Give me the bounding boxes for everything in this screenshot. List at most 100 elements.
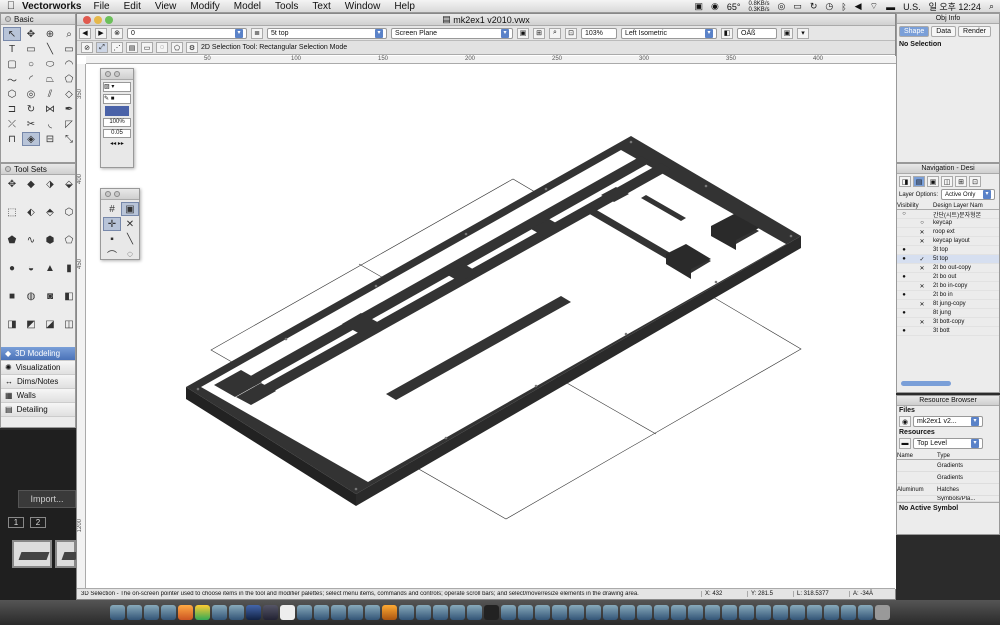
pan-tool-icon[interactable]: ✥ <box>22 27 40 41</box>
app-icon[interactable] <box>501 605 516 620</box>
polyline-tool-icon[interactable]: ⏢ <box>41 72 59 86</box>
polygon-mode-icon[interactable]: ⬠ <box>171 42 183 53</box>
double-line-tool-icon[interactable]: ⫽ <box>41 87 59 101</box>
layer-row[interactable]: ○ keycap <box>897 219 999 228</box>
arrowhead-select[interactable]: ◂◂ ▸▸ <box>103 140 131 149</box>
helix-tool-icon[interactable]: ◙ <box>41 290 59 304</box>
files-icon[interactable]: ◉ <box>899 416 911 427</box>
layer-row[interactable]: ○ 간단(시트)문자형본 <box>897 210 999 219</box>
app-icon[interactable] <box>433 605 448 620</box>
app-icon[interactable] <box>399 605 414 620</box>
app-icon[interactable] <box>620 605 635 620</box>
chrome-icon[interactable] <box>195 605 210 620</box>
app-icon[interactable] <box>722 605 737 620</box>
class-select[interactable]: 0 ▾ <box>127 27 247 39</box>
references-tab-icon[interactable]: ⊞ <box>955 176 967 187</box>
menu-edit[interactable]: Edit <box>124 1 141 12</box>
chamfer-edge-tool-icon[interactable]: ⬟ <box>3 233 21 247</box>
layer-row[interactable]: ● 3t top <box>897 246 999 255</box>
safari-icon[interactable] <box>144 605 159 620</box>
snap-angle-icon[interactable]: ✛ <box>103 217 121 231</box>
clock-icon[interactable]: ◷ <box>825 1 833 12</box>
app-icon[interactable] <box>603 605 618 620</box>
iphoto-icon[interactable] <box>229 605 244 620</box>
resource-row[interactable]: Gradients <box>897 472 999 484</box>
app-icon[interactable] <box>552 605 567 620</box>
app-icon[interactable] <box>671 605 686 620</box>
folder-icon[interactable]: ▬ <box>899 438 911 449</box>
length-field[interactable]: L: 318.5377 <box>793 591 849 597</box>
align-mode-icon[interactable]: ▤ <box>126 42 138 53</box>
toolset-detailing[interactable]: ▤ Detailing <box>1 403 75 417</box>
resource-row[interactable]: Gradients <box>897 460 999 472</box>
minimize-icon[interactable] <box>114 191 120 197</box>
tool-preferences-icon[interactable]: ⚙ <box>186 42 198 53</box>
menu-tools[interactable]: Tools <box>275 1 298 12</box>
app-menu[interactable]: Vectorworks <box>22 1 81 12</box>
nurbs-curve-tool-icon[interactable]: ∿ <box>22 233 40 247</box>
display-icon[interactable]: ▭ <box>793 1 802 12</box>
spiral-tool-icon[interactable]: ◎ <box>22 87 40 101</box>
layer-row[interactable]: ● 2t bo in <box>897 291 999 300</box>
thumbnail[interactable] <box>12 540 52 568</box>
menu-window[interactable]: Window <box>345 1 381 12</box>
zoom-field[interactable]: 103% <box>581 27 617 39</box>
app-icon[interactable] <box>824 605 839 620</box>
pen-style-select[interactable]: ✎ ■ <box>103 94 131 104</box>
disable-selection-icon[interactable]: ⊘ <box>81 42 93 53</box>
render-select[interactable]: OÄß <box>737 27 777 39</box>
file-select[interactable]: mk2ex1 v2... ▾ <box>913 416 983 427</box>
selection-tool-icon[interactable]: ↖ <box>3 27 21 41</box>
calendar-icon[interactable] <box>280 605 295 620</box>
layer-row[interactable]: ● 8t jung <box>897 309 999 318</box>
app-icon[interactable] <box>365 605 380 620</box>
folder-icon[interactable] <box>858 605 873 620</box>
rect-mode-icon[interactable]: ▭ <box>141 42 153 53</box>
app-icon[interactable] <box>467 605 482 620</box>
close-window-button[interactable] <box>83 16 91 24</box>
layer-row[interactable]: ● 2t bo out <box>897 273 999 282</box>
menu-help[interactable]: Help <box>394 1 415 12</box>
rotate-tool-icon[interactable]: ↻ <box>22 102 40 116</box>
flyover-tool-icon[interactable]: ⊕ <box>41 27 59 41</box>
line-tool-icon[interactable]: ╲ <box>41 42 59 56</box>
zoom-fit-icon[interactable]: ⊡ <box>565 27 577 39</box>
app-icon[interactable] <box>535 605 550 620</box>
sphere-tool-icon[interactable]: ● <box>3 261 21 275</box>
app-icon[interactable] <box>348 605 363 620</box>
views-tab-icon[interactable]: ◫ <box>941 176 953 187</box>
attribute-mapping-tool-icon[interactable]: ⊟ <box>41 132 59 146</box>
app-icon[interactable] <box>450 605 465 620</box>
opacity-field[interactable]: 100% <box>103 118 131 127</box>
layer-row[interactable]: ● 3t bott <box>897 327 999 336</box>
snap-grid-icon[interactable]: # <box>103 202 121 216</box>
quarter-arc-tool-icon[interactable]: ◜ <box>22 72 40 86</box>
fill-color-swatch[interactable] <box>105 106 129 116</box>
cone-tool-icon[interactable]: ▲ <box>41 261 59 275</box>
menu-model[interactable]: Model <box>234 1 261 12</box>
thumbnail[interactable] <box>55 540 79 568</box>
back-arrow-icon[interactable]: ◀ <box>79 27 91 39</box>
app-icon[interactable] <box>654 605 669 620</box>
app-icon[interactable] <box>739 605 754 620</box>
layer-row[interactable]: ✕ 8t jung-copy <box>897 300 999 309</box>
horizontal-scrollbar[interactable] <box>901 381 951 386</box>
snap-object-icon[interactable]: ▣ <box>121 202 139 216</box>
photoshop-icon[interactable] <box>246 605 261 620</box>
menu-modify[interactable]: Modify <box>190 1 219 12</box>
angle-field[interactable]: A: -34Ä <box>849 591 895 597</box>
toolset-walls[interactable]: ▦ Walls <box>1 389 75 403</box>
lasso-selection-icon[interactable]: ⋰ <box>111 42 123 53</box>
app-icon[interactable] <box>314 605 329 620</box>
apple-icon[interactable]:  <box>0 0 22 12</box>
dashboard-icon[interactable] <box>127 605 142 620</box>
lightroom-icon[interactable] <box>263 605 278 620</box>
fill-style-select[interactable]: ▨ ▾ <box>103 82 131 92</box>
box-tool-icon[interactable]: ■ <box>3 290 21 304</box>
close-icon[interactable] <box>105 191 111 197</box>
tapered-face-tool-icon[interactable]: ⬢ <box>41 233 59 247</box>
render-icon[interactable]: ◧ <box>721 27 733 39</box>
trash-icon[interactable] <box>875 605 890 620</box>
toolset-visualization[interactable]: ✺ Visualization <box>1 361 75 375</box>
layer-icon[interactable]: ≣ <box>251 27 263 39</box>
